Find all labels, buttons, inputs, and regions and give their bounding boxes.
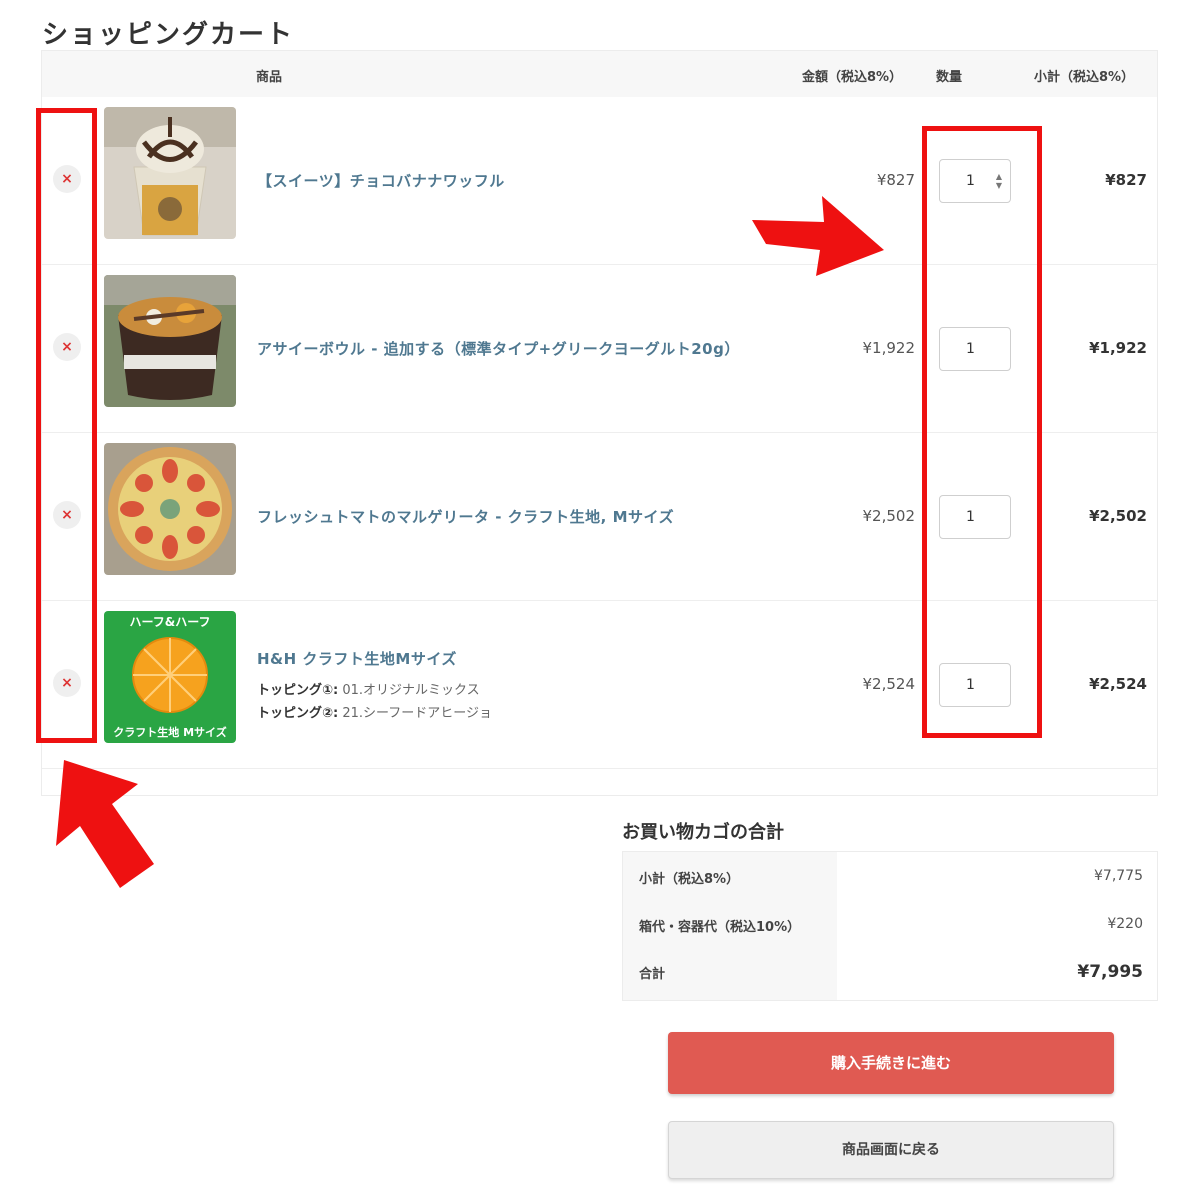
arrow-right-icon bbox=[752, 196, 884, 276]
product-name-link[interactable]: H&H クラフト生地Mサイズ bbox=[257, 648, 457, 669]
product-name-link[interactable]: フレッシュトマトのマルゲリータ - クラフト生地, Mサイズ bbox=[257, 506, 674, 527]
item-price: ¥1,922 bbox=[862, 339, 916, 357]
topping-value: 21.シーフードアヒージョ bbox=[342, 706, 492, 721]
item-price: ¥2,524 bbox=[862, 675, 916, 693]
box-fee-label: 箱代・容器代（税込10%） bbox=[639, 920, 801, 935]
product-name-link[interactable]: アサイーボウル - 追加する（標準タイプ+グリークヨーグルト20g） bbox=[257, 338, 740, 359]
column-header-product: 商品 bbox=[256, 70, 283, 85]
topping-line: トッピング①: 01.オリジナルミックス bbox=[257, 679, 480, 698]
cart-totals-title: お買い物カゴの合計 bbox=[622, 822, 784, 843]
product-image[interactable] bbox=[104, 275, 236, 407]
product-image[interactable] bbox=[104, 107, 236, 239]
image-caption-top: ハーフ&ハーフ bbox=[129, 615, 211, 629]
topping-value: 01.オリジナルミックス bbox=[342, 683, 480, 698]
subtotal-label: 小計（税込8%） bbox=[639, 872, 740, 887]
product-image[interactable]: ハーフ&ハーフ クラフト生地 Mサイズ bbox=[104, 611, 236, 743]
topping-label: トッピング②: bbox=[257, 706, 339, 721]
remove-column-highlight bbox=[36, 108, 97, 743]
topping-line: トッピング②: 21.シーフードアヒージョ bbox=[257, 702, 492, 721]
arrow-up-icon bbox=[56, 760, 154, 888]
cart-totals-table: 小計（税込8%） ¥7,775 箱代・容器代（税込10%） ¥220 合計 ¥7… bbox=[622, 851, 1158, 1001]
item-subtotal: ¥2,502 bbox=[1089, 507, 1147, 525]
image-caption-bottom: クラフト生地 Mサイズ bbox=[113, 726, 227, 739]
subtotal-value: ¥7,775 bbox=[1094, 868, 1143, 884]
box-fee-value: ¥220 bbox=[1107, 916, 1143, 932]
table-header: 商品 金額（税込8%） 数量 小計（税込8%） bbox=[42, 51, 1157, 97]
checkout-button[interactable]: 購入手続きに進む bbox=[668, 1032, 1114, 1094]
topping-label: トッピング①: bbox=[257, 683, 339, 698]
quantity-column-highlight bbox=[922, 126, 1042, 738]
column-header-price: 金額（税込8%） bbox=[802, 70, 903, 85]
column-header-subtotal: 小計（税込8%） bbox=[1034, 70, 1135, 85]
item-price: ¥2,502 bbox=[862, 507, 916, 525]
product-image[interactable] bbox=[104, 443, 236, 575]
item-subtotal: ¥1,922 bbox=[1089, 339, 1147, 357]
product-name-link[interactable]: 【スイーツ】チョコバナナワッフル bbox=[257, 170, 505, 191]
item-subtotal: ¥2,524 bbox=[1089, 675, 1147, 693]
back-to-products-button[interactable]: 商品画面に戻る bbox=[668, 1121, 1114, 1179]
total-value: ¥7,995 bbox=[1077, 962, 1143, 982]
total-label: 合計 bbox=[639, 967, 666, 982]
item-subtotal: ¥827 bbox=[1105, 171, 1147, 189]
page-title: ショッピングカート bbox=[42, 20, 295, 50]
column-header-quantity: 数量 bbox=[936, 70, 963, 85]
